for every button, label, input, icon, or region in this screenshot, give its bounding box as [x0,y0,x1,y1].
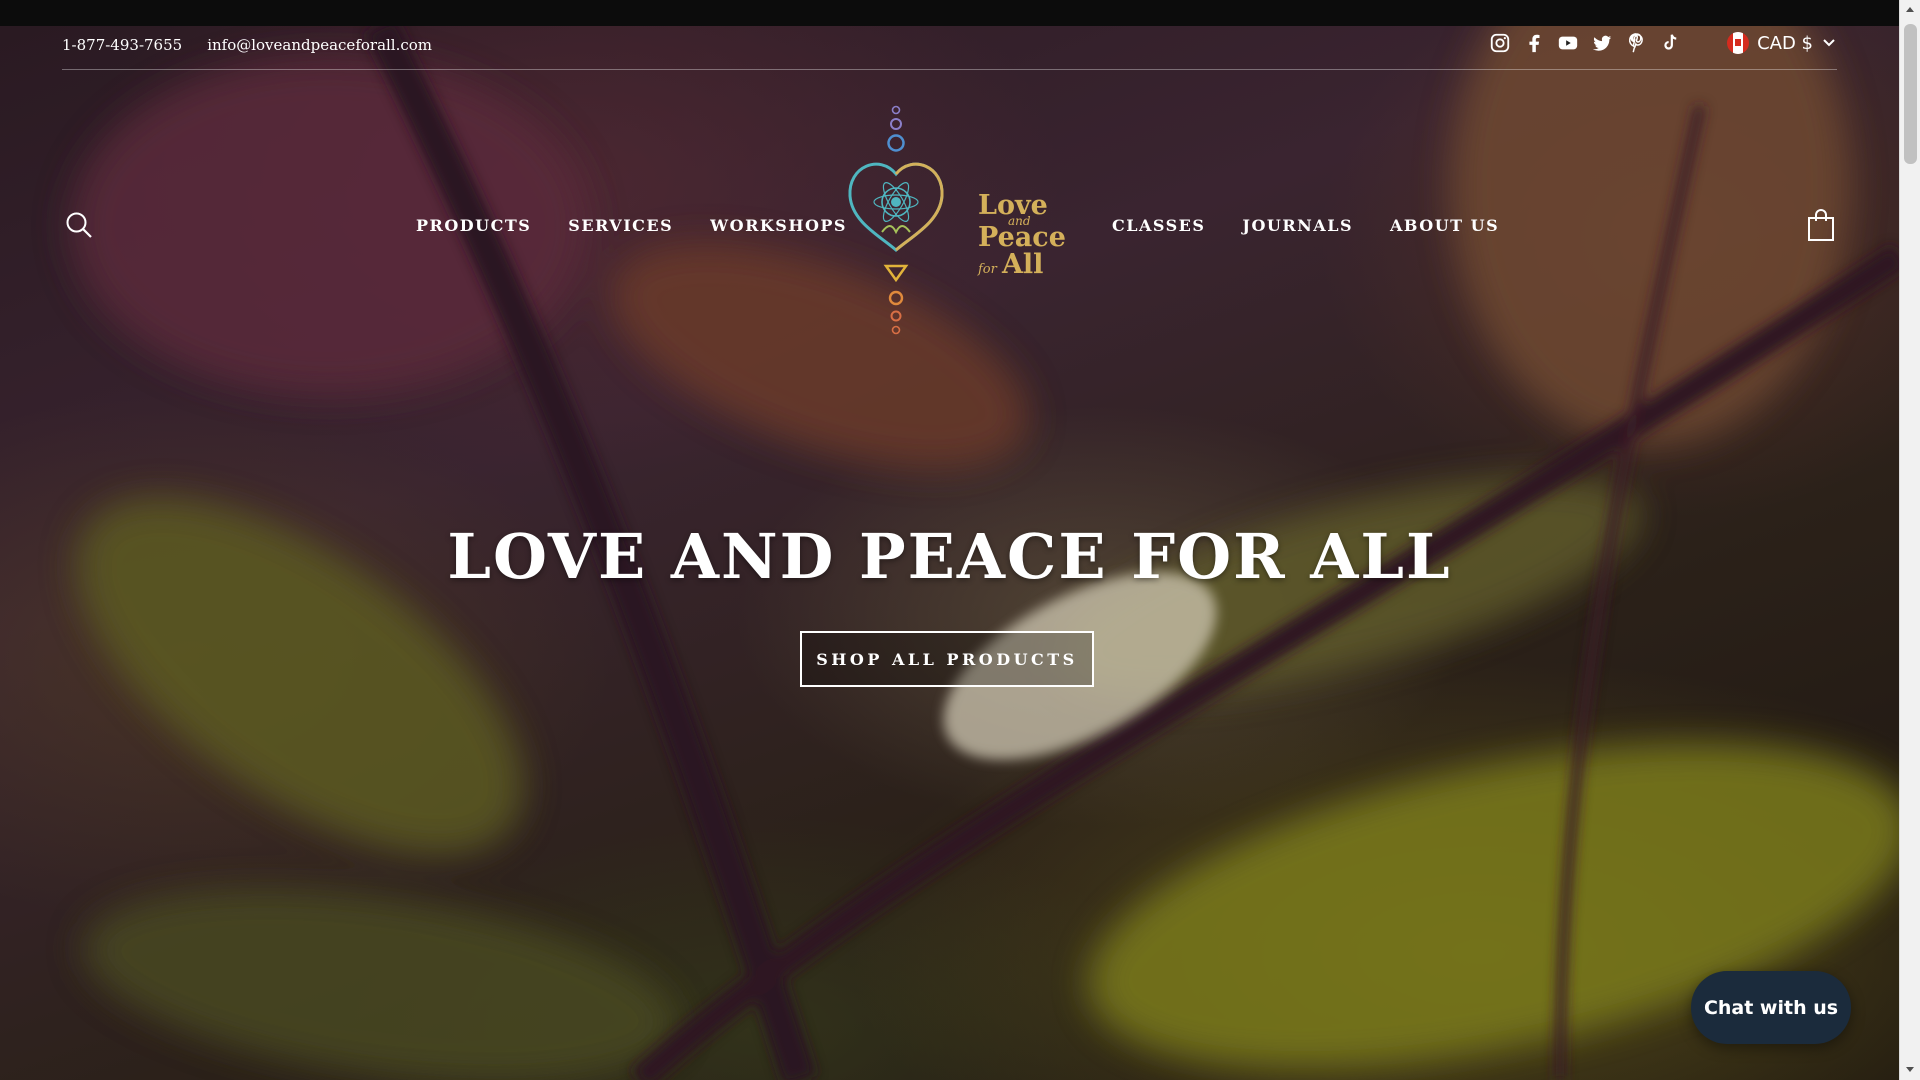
social-links [1489,32,1681,54]
cart-icon[interactable] [1806,208,1836,242]
nav-products[interactable]: PRODUCTS [416,216,531,235]
primary-nav-right: CLASSES JOURNALS ABOUT US [1112,216,1499,235]
nav-journals[interactable]: JOURNALS [1242,216,1353,235]
browser-top-strip [0,0,1899,26]
twitter-icon[interactable] [1591,32,1613,54]
youtube-icon[interactable] [1557,32,1579,54]
chevron-down-icon [1823,39,1835,47]
email-link[interactable]: info@loveandpeaceforall.com [207,36,432,54]
contact-info: 1-877-493-7655 info@loveandpeaceforall.c… [62,36,432,54]
nav-classes[interactable]: CLASSES [1112,216,1205,235]
scroll-down-arrow-icon[interactable] [1906,1067,1914,1072]
nav-services[interactable]: SERVICES [568,216,673,235]
instagram-icon[interactable] [1489,32,1511,54]
tiktok-icon[interactable] [1659,32,1681,54]
currency-selector[interactable]: CAD $ [1727,32,1837,54]
logo-word-all: All [1001,249,1044,280]
nav-about-us[interactable]: ABOUT US [1390,216,1499,235]
facebook-icon[interactable] [1523,32,1545,54]
utility-bar: 1-877-493-7655 info@loveandpeaceforall.c… [62,26,1837,70]
shop-all-products-button[interactable]: SHOP ALL PRODUCTS [800,631,1094,687]
chat-with-us-button[interactable]: Chat with us [1691,971,1851,1044]
site-logo[interactable]: Love and Peace for All [840,104,1066,344]
hero-title: LOVE AND PEACE FOR ALL [447,520,1452,593]
heart-chakra-logo-icon [848,105,944,335]
pinterest-icon[interactable] [1625,32,1647,54]
phone-link[interactable]: 1-877-493-7655 [62,36,182,54]
canada-flag-icon [1727,32,1750,54]
search-icon[interactable] [64,210,94,240]
nav-workshops[interactable]: WORKSHOPS [710,216,847,235]
page-scrollbar[interactable] [1899,0,1920,1080]
logo-word-for: for [978,262,997,277]
scroll-up-arrow-icon[interactable] [1906,7,1914,12]
utility-right: CAD $ [1489,32,1837,54]
primary-nav-left: PRODUCTS SERVICES WORKSHOPS [416,216,847,235]
currency-label: CAD $ [1757,32,1813,54]
logo-word-peace: Peace [978,222,1066,253]
logo-wordmark: Love and Peace for All [978,192,1066,278]
scroll-thumb[interactable] [1904,24,1917,164]
site-header: PRODUCTS SERVICES WORKSHOPS Love and Pea… [0,90,1899,350]
